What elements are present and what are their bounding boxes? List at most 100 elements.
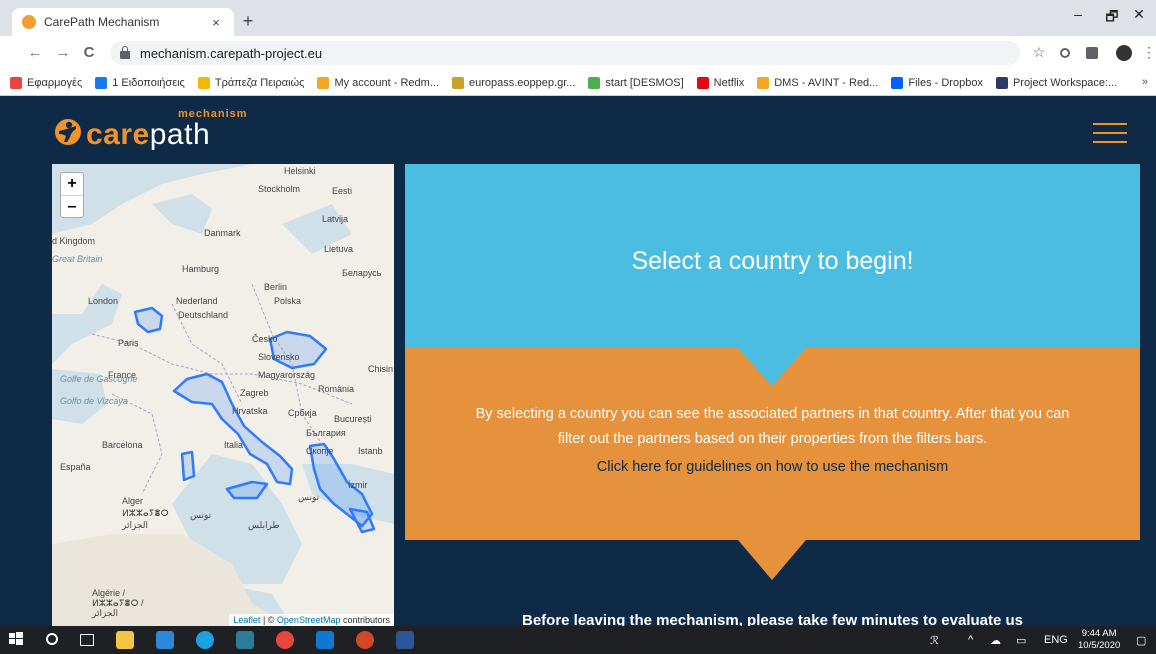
evaluate-text: Before leaving the mechanism, please tak… <box>521 612 1023 626</box>
tab-title: CarePath Mechanism <box>44 15 160 29</box>
windows-start-icon[interactable] <box>8 631 26 649</box>
bookmark-item[interactable]: My account - Redm... <box>317 76 439 89</box>
system-clock[interactable]: 9:44 AM 10/5/2020 <box>1078 628 1120 652</box>
bookmark-item[interactable]: DMS - AVINT - Red... <box>757 76 878 89</box>
bookmark-label: start [DESMOS] <box>605 76 684 89</box>
windows-taskbar: ℛ ^ ☁ ▭ ENG 9:44 AM 10/5/2020 ▢ <box>0 626 1156 654</box>
url-text[interactable]: mechanism.carepath-project.eu <box>140 46 322 61</box>
bookmark-item[interactable]: Τράπεζα Πειραιώς <box>197 76 304 89</box>
logo-care-text: care <box>86 118 150 151</box>
hamburger-menu-icon[interactable] <box>1093 123 1127 145</box>
map-place-label: București <box>334 414 372 424</box>
powerpoint-icon[interactable] <box>356 631 374 649</box>
leaflet-link[interactable]: Leaflet <box>233 615 260 625</box>
map-place-label: Stockholm <box>258 184 301 194</box>
bookmark-item[interactable]: Εφαρμογές <box>10 76 83 89</box>
bookmark-item[interactable]: start [DESMOS] <box>588 76 684 89</box>
zoom-in-button[interactable]: + <box>61 173 83 195</box>
bookmark-item[interactable]: Project Workspace:... <box>995 76 1117 89</box>
bookmark-label: My account - Redm... <box>334 76 439 89</box>
language-indicator[interactable]: ENG <box>1044 634 1068 646</box>
map-place-label: Србија <box>288 408 317 418</box>
close-window-button[interactable]: ✕ <box>1122 6 1156 23</box>
browser-toolbar: ← → C mechanism.carepath-project.eu ☆ ⋮ <box>0 36 1156 70</box>
map-place-label: Česko <box>252 334 278 344</box>
bank-icon <box>197 76 210 89</box>
profile-avatar-icon[interactable] <box>1116 45 1132 61</box>
map-place-label: България <box>306 428 346 438</box>
file-explorer-icon[interactable] <box>116 631 134 649</box>
select-country-panel: Select a country to begin! <box>405 164 1140 348</box>
task-view-icon[interactable] <box>80 634 94 646</box>
map-place-label: الجزائر <box>92 608 118 618</box>
map-place-label: Slovensko <box>258 352 300 362</box>
bookmark-label: Files - Dropbox <box>908 76 983 89</box>
people-icon[interactable]: ℛ <box>930 634 939 647</box>
back-icon[interactable]: ← <box>26 44 44 61</box>
panel-notch-top <box>738 348 806 386</box>
word-icon[interactable] <box>396 631 414 649</box>
bookmarks-bar: Εφαρμογές 1 Ειδοποιήσεις Τράπεζα Πειραιώς M… <box>0 70 1156 96</box>
zoom-out-button[interactable]: – <box>61 195 83 217</box>
bookmark-item[interactable]: 1 Ειδοποιήσεις <box>95 76 185 89</box>
edge-icon[interactable] <box>196 631 214 649</box>
map-place-label: Chisin <box>368 364 394 374</box>
description-text: By selecting a country you can see the a… <box>475 406 1070 447</box>
attribution-suffix: contributors <box>340 615 390 625</box>
store-icon[interactable] <box>236 631 254 649</box>
extension-circle-icon[interactable] <box>1060 48 1070 58</box>
extensions-puzzle-icon[interactable] <box>1086 47 1098 59</box>
map-place-label: Polska <box>274 296 302 306</box>
map-place-label: Italia <box>224 440 244 450</box>
workspace-icon <box>995 76 1008 89</box>
reload-icon[interactable]: C <box>80 44 98 61</box>
netflix-icon <box>696 76 709 89</box>
battery-icon[interactable]: ▭ <box>1016 634 1026 647</box>
openstreetmap-link[interactable]: OpenStreetMap <box>277 615 341 625</box>
map-place-label: Hrvatska <box>232 406 268 416</box>
search-icon[interactable] <box>46 633 58 645</box>
map-place-label: España <box>60 462 91 472</box>
bookmark-label: Netflix <box>713 76 745 89</box>
new-tab-button[interactable]: + <box>238 11 258 32</box>
facebook-icon <box>95 76 108 89</box>
map-place-label: Eesti <box>332 186 353 196</box>
onedrive-icon[interactable]: ☁ <box>990 634 1001 647</box>
browser-tab-strip: CarePath Mechanism × + – 🗗 ✕ <box>0 0 1156 36</box>
map-place-label: Alger <box>122 496 144 506</box>
address-bar[interactable]: mechanism.carepath-project.eu <box>110 41 1020 65</box>
map-zoom-control: + – <box>60 172 84 218</box>
mail-icon[interactable] <box>156 631 174 649</box>
forward-icon[interactable]: → <box>54 44 72 61</box>
map-place-label: Беларусь <box>342 268 382 278</box>
attribution-separator: | © <box>260 615 277 625</box>
browser-tab[interactable]: CarePath Mechanism × <box>12 8 234 36</box>
tab-close-icon[interactable]: × <box>208 15 224 30</box>
map-place-label: Golfo de Vizcaya <box>60 396 128 406</box>
bookmarks-more-icon[interactable]: » <box>1142 76 1148 88</box>
browser-menu-icon[interactable]: ⋮ <box>1142 44 1156 61</box>
map-place-label: Golfe de Gascogne <box>60 374 138 384</box>
europe-map[interactable]: + – Leaflet | © OpenStreetMap contributo… <box>52 164 394 626</box>
map-place-label: Berlin <box>264 282 288 292</box>
map-place-label: Danmark <box>204 228 241 238</box>
outlook-icon[interactable] <box>316 631 334 649</box>
redmine-icon <box>757 76 770 89</box>
map-place-label: d Kingdom <box>52 236 96 246</box>
bookmark-star-icon[interactable]: ☆ <box>1030 44 1048 61</box>
map-place-label: ⵍⵣⵣⴰⵢⴻⵔ <box>122 508 169 518</box>
dropbox-icon <box>891 76 904 89</box>
carepath-person-icon <box>54 118 82 146</box>
map-attribution: Leaflet | © OpenStreetMap contributors <box>229 614 394 626</box>
bookmark-item[interactable]: Netflix <box>696 76 745 89</box>
bookmark-label: 1 Ειδοποιήσεις <box>112 76 185 89</box>
map-place-label: Istanb <box>358 446 383 456</box>
bookmark-item[interactable]: Files - Dropbox <box>891 76 983 89</box>
chrome-icon[interactable] <box>276 631 294 649</box>
bookmark-item[interactable]: europass.eoppep.gr... <box>452 76 575 89</box>
guidelines-link[interactable]: Click here for guidelines on how to use … <box>405 452 1140 482</box>
bookmark-label: Εφαρμογές <box>27 76 83 89</box>
tray-chevron-icon[interactable]: ^ <box>968 634 973 646</box>
carepath-logo[interactable]: care path mechanism <box>54 108 247 151</box>
notifications-icon[interactable]: ▢ <box>1136 634 1146 647</box>
